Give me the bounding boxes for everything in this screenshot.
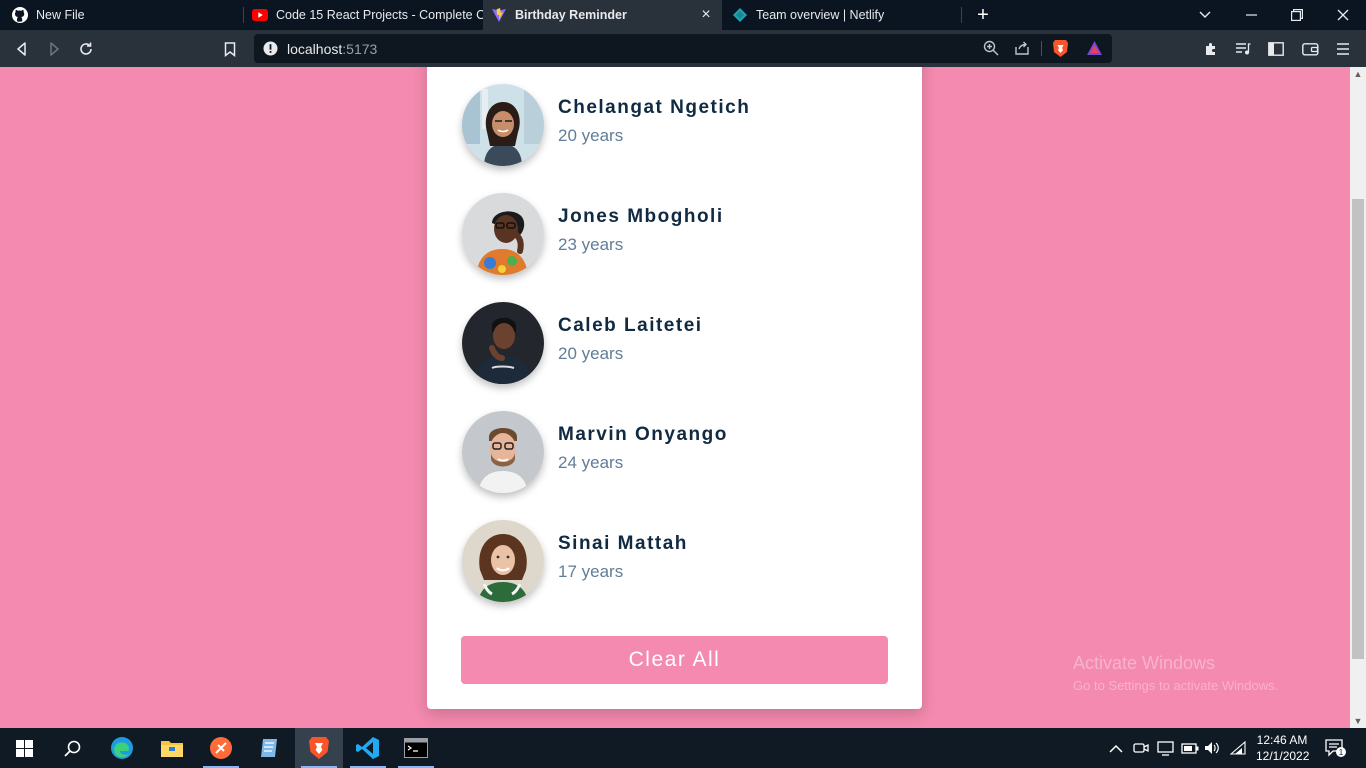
media-playlist-icon[interactable]	[1230, 36, 1256, 62]
person-age: 23 years	[558, 234, 624, 254]
person-name: Sinai Mattah	[558, 532, 688, 554]
notification-center-icon[interactable]: 1	[1325, 728, 1347, 768]
close-tab-icon[interactable]: ×	[698, 7, 714, 23]
person-age: 20 years	[558, 343, 624, 363]
display-icon[interactable]	[1157, 728, 1174, 768]
tab-title: New File	[36, 8, 85, 22]
person-item: Jones Mbogholi 23 years	[462, 192, 724, 276]
person-name: Caleb Laitetei	[558, 314, 703, 336]
taskbar-clock[interactable]: 12:46 AM 12/1/2022	[1256, 732, 1310, 764]
edge-icon[interactable]	[98, 728, 146, 768]
vscode-icon[interactable]	[344, 728, 392, 768]
tray-overflow-icon[interactable]	[1109, 728, 1123, 768]
volume-icon[interactable]	[1204, 728, 1220, 768]
person-avatar	[462, 520, 544, 602]
person-name: Marvin Onyango	[558, 423, 728, 445]
scroll-thumb[interactable]	[1352, 199, 1364, 659]
github-icon	[12, 7, 28, 23]
brave-browser-icon[interactable]	[295, 728, 343, 768]
person-name: Chelangat Ngetich	[558, 96, 751, 118]
forward-button[interactable]	[41, 36, 67, 62]
birthday-card: Chelangat Ngetich 20 years Jones Mboghol…	[427, 67, 922, 709]
vite-icon	[491, 7, 507, 23]
wifi-icon[interactable]	[1230, 728, 1247, 768]
person-item: Chelangat Ngetich 20 years	[462, 83, 750, 167]
minimize-button[interactable]	[1228, 0, 1274, 30]
watermark-title: Activate Windows	[1073, 653, 1216, 673]
zoom-icon[interactable]	[983, 40, 999, 61]
close-window-button[interactable]	[1320, 0, 1366, 30]
page-scrollbar[interactable]: ▲ ▼	[1350, 67, 1366, 728]
site-info-icon[interactable]	[263, 41, 278, 61]
tab-strip: New File Code 15 React Projects - Comple…	[0, 0, 1366, 30]
tab-title: Team overview | Netlify	[756, 8, 885, 22]
person-item: Sinai Mattah 17 years	[462, 519, 688, 603]
tab-new-file[interactable]: New File	[0, 0, 244, 30]
tab-separator	[961, 7, 962, 23]
search-icon[interactable]	[48, 728, 96, 768]
person-age: 20 years	[558, 125, 624, 145]
person-avatar	[462, 411, 544, 493]
browser-toolbar: localhost:5173	[0, 30, 1366, 67]
clock-date: 12/1/2022	[1256, 749, 1310, 763]
wallet-icon[interactable]	[1297, 36, 1323, 62]
person-avatar	[462, 84, 544, 166]
brave-rewards-icon[interactable]	[1086, 40, 1103, 61]
notification-count: 1	[1339, 748, 1344, 757]
sidebar-icon[interactable]	[1263, 36, 1289, 62]
back-button[interactable]	[9, 36, 35, 62]
tab-title: Birthday Reminder	[515, 8, 627, 22]
person-item: Caleb Laitetei 20 years	[462, 301, 703, 385]
scroll-up-icon[interactable]: ▲	[1350, 67, 1366, 81]
clear-all-button[interactable]: Clear All	[461, 636, 888, 684]
windows-start-icon[interactable]	[0, 728, 48, 768]
person-avatar	[462, 302, 544, 384]
address-bar[interactable]: localhost:5173	[254, 34, 1112, 63]
extensions-icon[interactable]	[1199, 36, 1225, 62]
person-item: Marvin Onyango 24 years	[462, 410, 728, 494]
menu-icon[interactable]	[1330, 36, 1356, 62]
file-explorer-icon[interactable]	[148, 728, 196, 768]
clock-time: 12:46 AM	[1256, 733, 1308, 747]
windows-taskbar: 12:46 AM 12/1/2022 1	[0, 728, 1366, 768]
brave-shields-icon[interactable]	[1052, 39, 1069, 63]
person-avatar	[462, 193, 544, 275]
netlify-icon	[732, 7, 748, 23]
postman-icon[interactable]	[197, 728, 245, 768]
new-tab-button[interactable]: +	[972, 4, 994, 26]
activate-windows-watermark: Activate Windows Go to Settings to activ…	[1073, 653, 1278, 693]
page-viewport: Chelangat Ngetich 20 years Jones Mboghol…	[0, 67, 1350, 728]
tab-birthday-reminder[interactable]: Birthday Reminder ×	[483, 0, 722, 30]
person-name: Jones Mbogholi	[558, 205, 724, 227]
tab-youtube[interactable]: Code 15 React Projects - Complete Co	[244, 0, 483, 30]
person-age: 17 years	[558, 561, 624, 581]
watermark-subtitle: Go to Settings to activate Windows.	[1073, 678, 1279, 693]
notepad-icon[interactable]	[245, 728, 293, 768]
tab-netlify[interactable]: Team overview | Netlify	[722, 0, 962, 30]
meet-now-icon[interactable]	[1133, 728, 1149, 768]
tab-search-chevron-icon[interactable]	[1182, 0, 1228, 30]
person-age: 24 years	[558, 452, 624, 472]
url-text: localhost:5173	[287, 41, 378, 57]
reload-icon[interactable]	[73, 36, 99, 62]
restore-button[interactable]	[1274, 0, 1320, 30]
bookmark-icon[interactable]	[217, 36, 243, 62]
terminal-icon[interactable]	[392, 728, 440, 768]
scroll-down-icon[interactable]: ▼	[1350, 714, 1366, 728]
youtube-icon	[252, 7, 268, 23]
tab-title: Code 15 React Projects - Complete Co	[276, 8, 483, 22]
share-icon[interactable]	[1014, 40, 1030, 61]
battery-icon[interactable]	[1181, 728, 1199, 768]
omnibox-divider	[1041, 41, 1042, 56]
